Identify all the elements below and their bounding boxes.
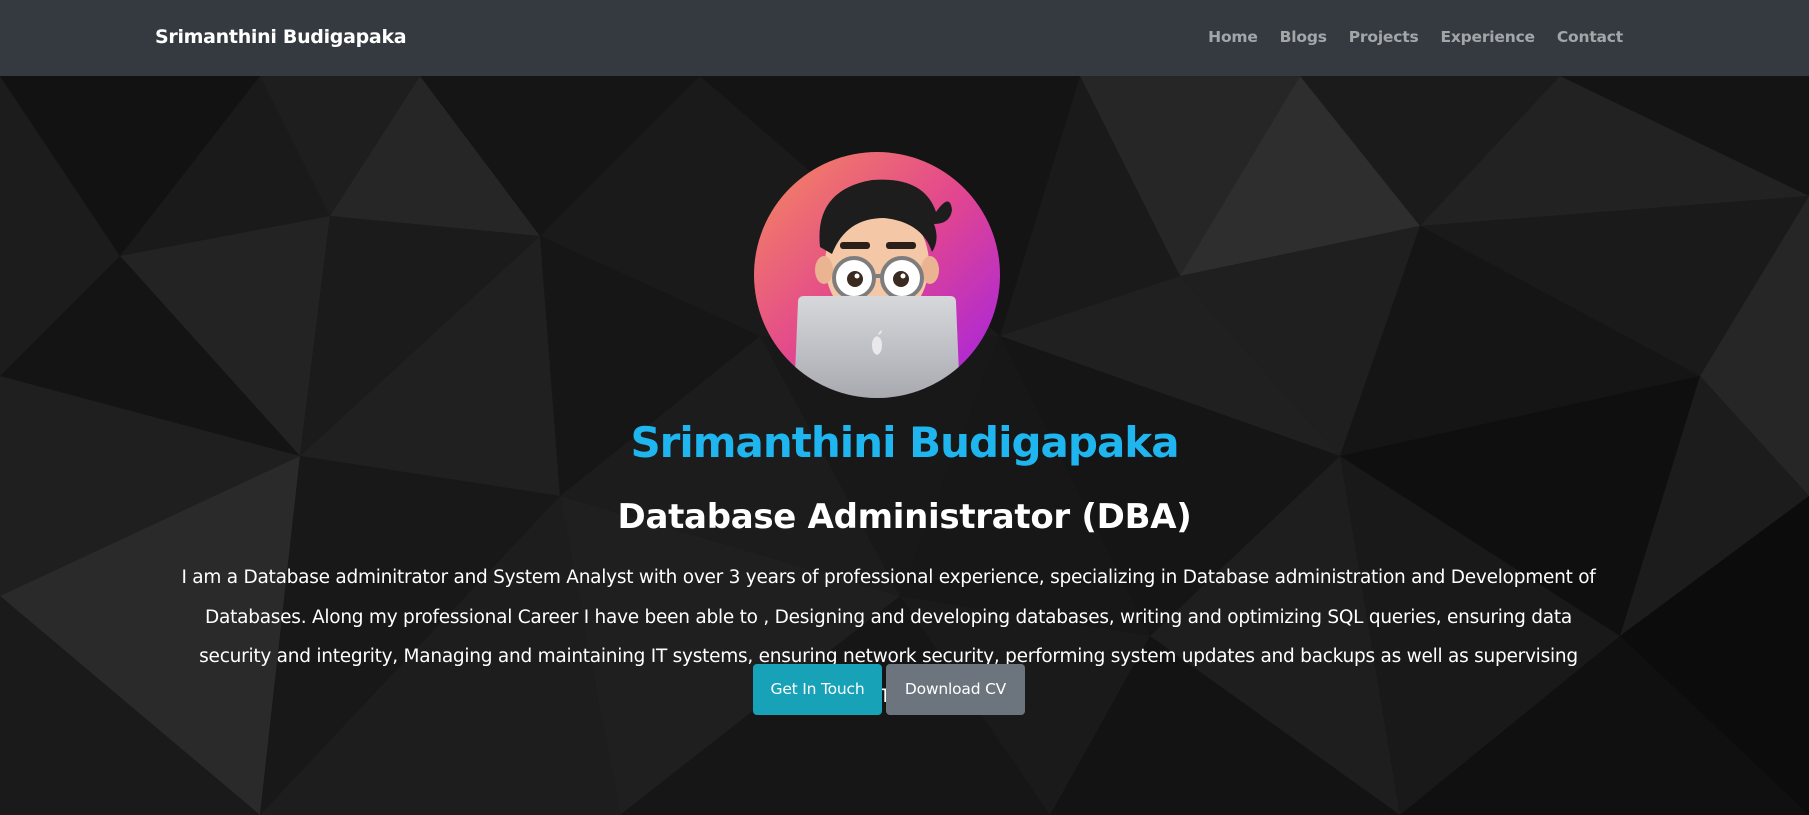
get-in-touch-button[interactable]: Get In Touch [753,664,882,715]
nav-link-projects[interactable]: Projects [1338,22,1430,52]
navbar-brand[interactable]: Srimanthini Budigapaka [155,22,407,52]
nav-link-contact[interactable]: Contact [1546,22,1623,52]
download-cv-button[interactable]: Download CV [886,664,1025,715]
avatar [754,152,1000,398]
memoji-avatar-icon [754,152,1000,398]
hero-name: Srimanthini Budigapaka [630,418,1179,467]
nav-link-blogs[interactable]: Blogs [1269,22,1338,52]
navbar: Srimanthini Budigapaka Home Blogs Projec… [0,0,1809,76]
nav-link-home[interactable]: Home [1197,22,1268,52]
nav-links: Home Blogs Projects Experience Contact [1197,22,1623,52]
hero-job-title: Database Administrator (DBA) [617,497,1192,537]
nav-link-experience[interactable]: Experience [1429,22,1545,52]
